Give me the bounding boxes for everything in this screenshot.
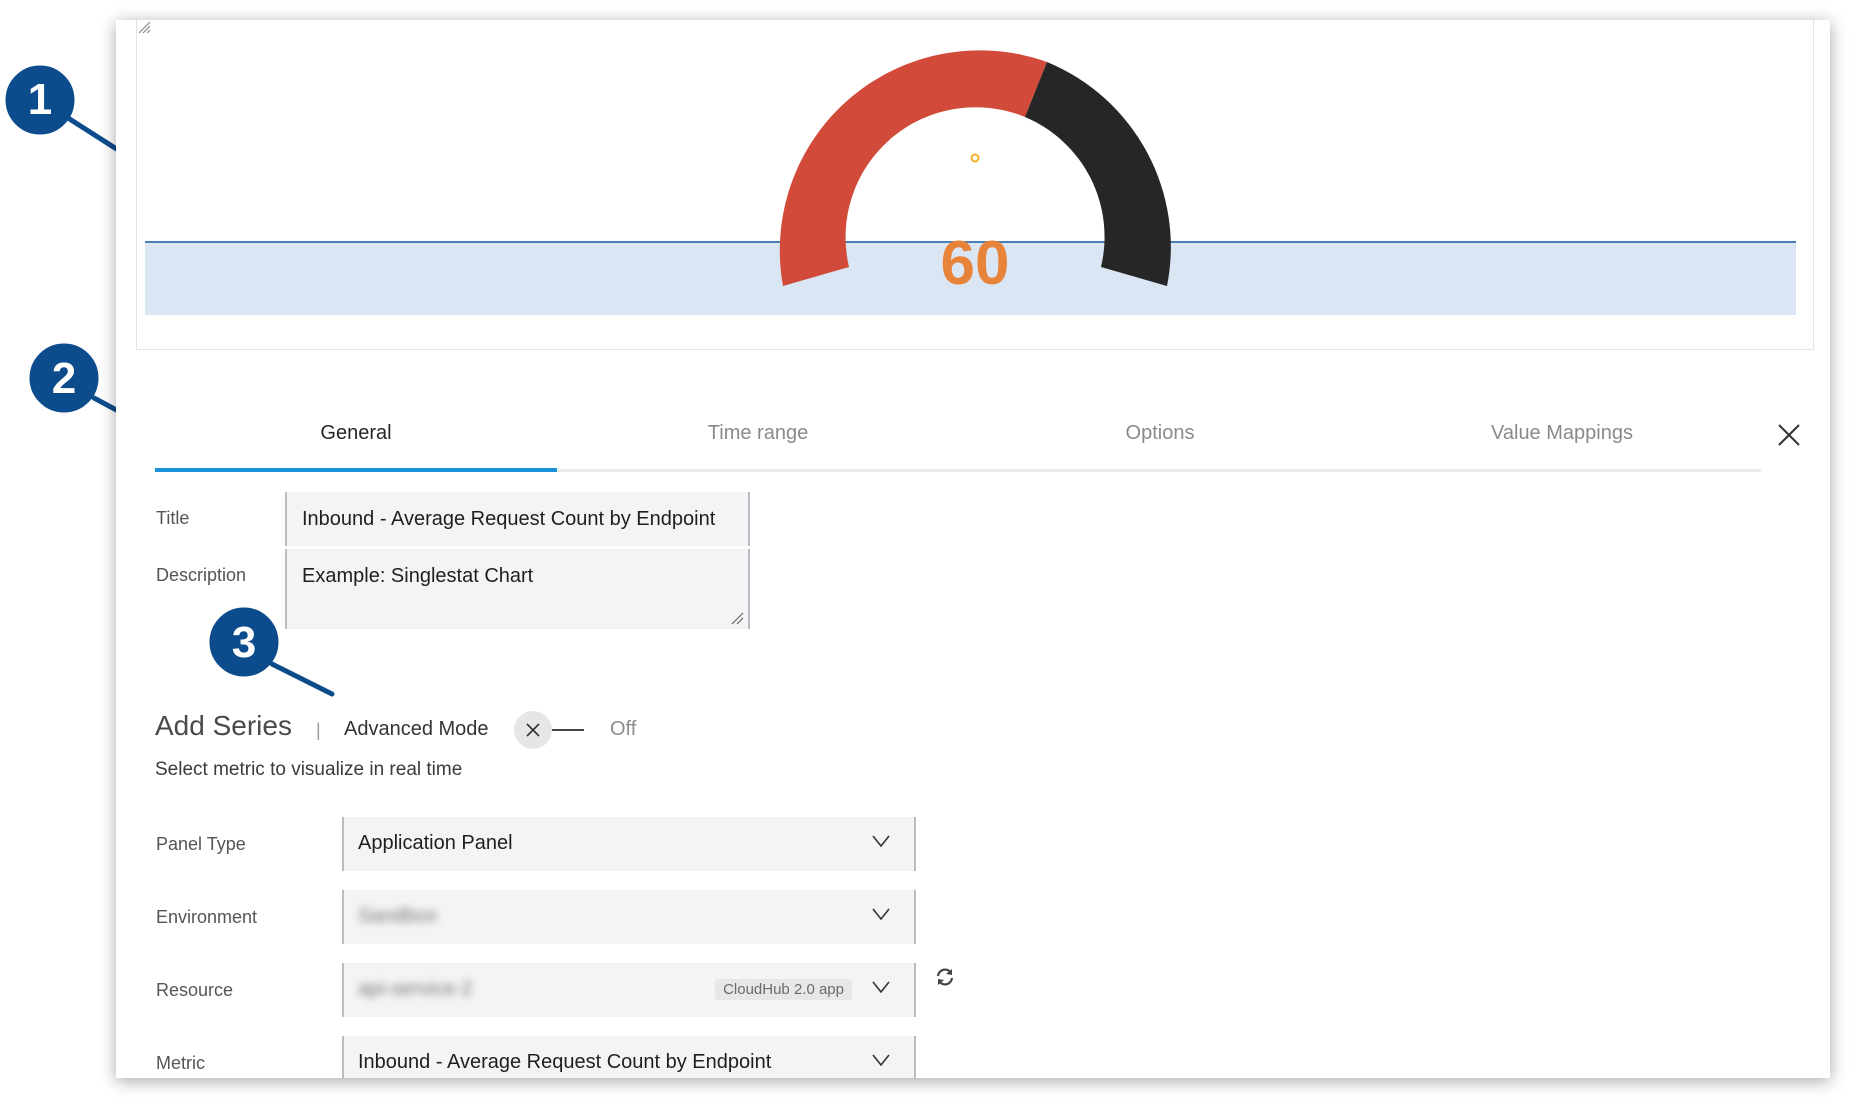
description-label: Description — [156, 565, 247, 585]
panel-type-select[interactable]: Application Panel — [342, 817, 916, 871]
metric-label: Metric — [156, 1053, 205, 1073]
chevron-down-icon — [872, 1054, 890, 1067]
gauge-value: 60 — [941, 229, 1010, 298]
callout-1-number: 1 — [28, 75, 52, 124]
advanced-mode-label: Advanced Mode — [344, 718, 489, 740]
panel-editor-card: 60 General Time range Options Value Mapp… — [116, 20, 1830, 1078]
metric-value: Inbound - Average Request Count by Endpo… — [358, 1051, 772, 1073]
chevron-down-icon — [872, 835, 890, 848]
description-textarea[interactable]: Example: Singlestat Chart — [285, 549, 750, 629]
close-icon[interactable] — [1772, 418, 1806, 452]
toggle-track — [552, 729, 584, 731]
resize-grip-icon[interactable] — [137, 20, 151, 34]
resource-type-badge: CloudHub 2.0 app — [715, 979, 852, 1000]
add-series-helper-text: Select metric to visualize in real time — [155, 759, 463, 780]
panel-type-label: Panel Type — [156, 834, 246, 854]
gauge-chart: 60 — [145, 50, 1796, 315]
tab-options[interactable]: Options — [959, 408, 1361, 472]
tab-value-mappings[interactable]: Value Mappings — [1361, 408, 1763, 472]
callout-2-number: 2 — [52, 354, 76, 403]
callout-3-number: 3 — [232, 618, 256, 667]
textarea-resize-icon[interactable] — [730, 611, 744, 625]
metric-select[interactable]: Inbound - Average Request Count by Endpo… — [342, 1036, 916, 1078]
environment-select[interactable]: Sandbox — [342, 890, 916, 944]
resource-label: Resource — [156, 980, 234, 1000]
callout-3: 3 — [206, 604, 335, 697]
panel-type-value: Application Panel — [358, 832, 513, 854]
resource-select[interactable]: api-service-2 CloudHub 2.0 app — [342, 963, 916, 1017]
description-textarea-value: Example: Singlestat Chart — [302, 565, 534, 587]
chevron-down-icon — [872, 908, 890, 921]
resource-value: api-service-2 — [358, 978, 473, 1000]
chart-preview: 60 — [136, 20, 1814, 350]
advanced-mode-toggle[interactable] — [514, 711, 590, 749]
separator: | — [316, 720, 321, 740]
advanced-mode-state: Off — [610, 718, 637, 740]
environment-label: Environment — [156, 907, 258, 927]
title-label: Title — [156, 508, 190, 528]
editor-tabs: General Time range Options Value Mapping… — [155, 408, 1761, 472]
tab-general[interactable]: General — [155, 408, 557, 472]
close-icon — [526, 723, 540, 737]
gauge-pointer-dot — [970, 153, 980, 163]
tab-time-range[interactable]: Time range — [557, 408, 959, 472]
title-input[interactable]: Inbound - Average Request Count by Endpo… — [285, 492, 750, 546]
toggle-knob — [514, 711, 552, 749]
refresh-icon[interactable] — [934, 966, 956, 988]
chevron-down-icon — [872, 981, 890, 994]
title-input-value: Inbound - Average Request Count by Endpo… — [302, 508, 716, 530]
environment-value: Sandbox — [358, 905, 437, 927]
add-series-heading: Add Series — [155, 710, 292, 741]
